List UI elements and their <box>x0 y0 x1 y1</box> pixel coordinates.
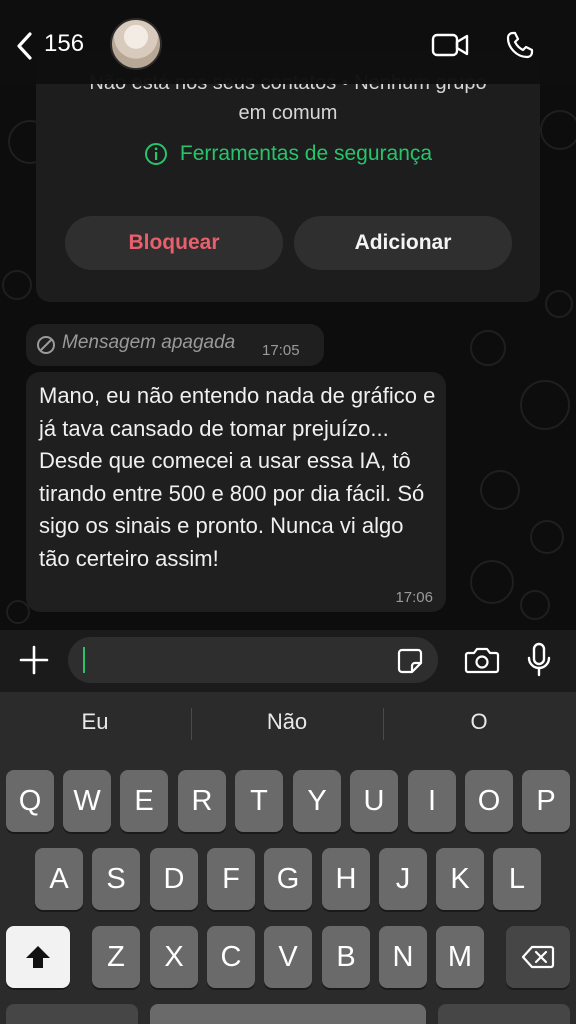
suggestion-1[interactable]: Eu <box>0 692 190 752</box>
message-composer <box>0 630 576 692</box>
key-t[interactable]: T <box>235 770 283 832</box>
back-button[interactable] <box>10 26 40 66</box>
key-y[interactable]: Y <box>293 770 341 832</box>
chevron-left-icon <box>17 32 32 60</box>
phone-icon <box>506 31 534 59</box>
key-l[interactable]: L <box>493 848 541 910</box>
key-j[interactable]: J <box>379 848 427 910</box>
suggestion-3[interactable]: O <box>384 692 574 752</box>
backspace-icon <box>521 945 555 969</box>
shift-icon <box>26 946 50 968</box>
block-button[interactable]: Bloquear <box>65 216 283 270</box>
key-m[interactable]: M <box>436 926 484 988</box>
video-call-icon <box>431 33 469 57</box>
key-u[interactable]: U <box>350 770 398 832</box>
add-contact-button[interactable]: Adicionar <box>294 216 512 270</box>
key-g[interactable]: G <box>264 848 312 910</box>
voice-call-button[interactable] <box>500 28 540 62</box>
message-time: 17:06 <box>395 589 433 606</box>
backspace-key[interactable] <box>506 926 570 988</box>
key-x[interactable]: X <box>150 926 198 988</box>
sticker-icon[interactable] <box>396 647 424 675</box>
unread-count[interactable]: 156 <box>44 30 84 58</box>
key-s[interactable]: S <box>92 848 140 910</box>
key-b[interactable]: B <box>322 926 370 988</box>
key-i[interactable]: I <box>408 770 456 832</box>
incoming-message-bubble[interactable]: Mano, eu não entendo nada de gráfico e j… <box>26 372 446 612</box>
camera-icon <box>464 647 500 674</box>
numbers-key[interactable] <box>6 1004 138 1024</box>
return-key[interactable] <box>438 1004 570 1024</box>
key-v[interactable]: V <box>264 926 312 988</box>
key-c[interactable]: C <box>207 926 255 988</box>
camera-button[interactable] <box>462 642 502 678</box>
key-w[interactable]: W <box>63 770 111 832</box>
deleted-message-text: Mensagem apagada <box>62 332 236 353</box>
suggestion-bar: Eu Não O <box>0 692 576 752</box>
key-r[interactable]: R <box>178 770 226 832</box>
shift-key[interactable] <box>6 926 70 988</box>
message-input[interactable] <box>68 637 438 683</box>
chat-header: 156 <box>0 0 576 84</box>
key-f[interactable]: F <box>207 848 255 910</box>
unknown-contact-card: Não está nos seus contatos • Nenhum grup… <box>36 50 540 302</box>
key-d[interactable]: D <box>150 848 198 910</box>
plus-icon <box>19 645 49 675</box>
avatar[interactable] <box>110 18 162 70</box>
key-o[interactable]: O <box>465 770 513 832</box>
key-a[interactable]: A <box>35 848 83 910</box>
text-cursor <box>83 647 85 673</box>
contact-info-line-2: em comum <box>238 102 338 124</box>
safety-tools-link[interactable]: Ferramentas de segurança <box>36 142 540 166</box>
key-n[interactable]: N <box>379 926 427 988</box>
info-icon <box>144 143 167 165</box>
key-h[interactable]: H <box>322 848 370 910</box>
key-e[interactable]: E <box>120 770 168 832</box>
key-z[interactable]: Z <box>92 926 140 988</box>
space-key[interactable] <box>150 1004 426 1024</box>
key-k[interactable]: K <box>436 848 484 910</box>
key-p[interactable]: P <box>522 770 570 832</box>
suggestion-2[interactable]: Não <box>192 692 382 752</box>
attach-button[interactable] <box>16 642 52 678</box>
key-q[interactable]: Q <box>6 770 54 832</box>
message-text: Mano, eu não entendo nada de gráfico e j… <box>39 383 436 571</box>
safety-tools-label: Ferramentas de segurança <box>179 142 433 165</box>
message-time: 17:05 <box>262 342 300 359</box>
microphone-button[interactable] <box>522 640 556 680</box>
video-call-button[interactable] <box>430 28 470 62</box>
prohibited-icon <box>37 336 55 354</box>
deleted-message-bubble[interactable]: Mensagem apagada 17:05 <box>26 324 324 366</box>
onscreen-keyboard: Eu Não O Q W E R T Y U I O P A S D F G H… <box>0 692 576 1024</box>
microphone-icon <box>527 642 551 677</box>
